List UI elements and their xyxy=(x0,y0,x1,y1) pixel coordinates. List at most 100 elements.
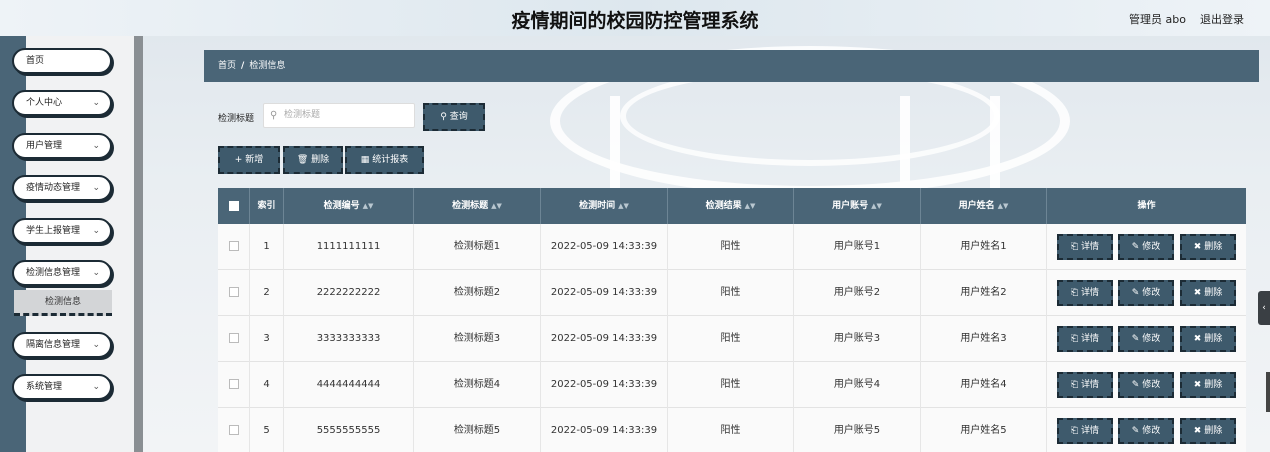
row-delete-button[interactable]: ✖ 删除 xyxy=(1180,234,1236,260)
query-button-label: 查询 xyxy=(449,112,468,122)
column-header-label: 检测标题 xyxy=(452,201,489,211)
chevron-down-icon: ⌄ xyxy=(92,98,100,108)
edit-button[interactable]: ✎ 修改 xyxy=(1118,280,1174,306)
sidebar-item-personal-center[interactable]: 个人中心 ⌄ xyxy=(12,90,112,116)
row-delete-button[interactable]: ✖ 删除 xyxy=(1180,372,1236,398)
cell-code: 4444444444 xyxy=(284,362,414,408)
sidebar-item-system-management[interactable]: 系统管理 ⌄ xyxy=(12,374,112,400)
column-header-code[interactable]: 检测编号 ▲▼ xyxy=(284,188,414,224)
sidebar-item-test-info-management[interactable]: 检测信息管理 ⌄ xyxy=(12,260,112,286)
row-delete-button[interactable]: ✖ 删除 xyxy=(1180,280,1236,306)
detail-button-label: 详情 xyxy=(1081,242,1100,252)
row-select-cell xyxy=(218,270,250,316)
sidebar-item-epidemic-news[interactable]: 疫情动态管理 ⌄ xyxy=(12,175,112,201)
sidebar-item-label: 疫情动态管理 xyxy=(26,183,81,193)
sidebar-item-label: 系统管理 xyxy=(26,382,63,392)
document-icon: ⎗ xyxy=(1070,380,1082,390)
row-checkbox[interactable] xyxy=(228,287,239,297)
search-label: 检测标题 xyxy=(218,114,255,124)
document-icon: ⎗ xyxy=(1070,242,1082,252)
sidebar-item-user-management[interactable]: 用户管理 ⌄ xyxy=(12,133,112,159)
detail-button[interactable]: ⎗ 详情 xyxy=(1057,418,1113,444)
breadcrumb-home[interactable]: 首页 xyxy=(218,61,236,71)
column-header-account[interactable]: 用户账号 ▲▼ xyxy=(794,188,921,224)
sort-icon[interactable]: ▲▼ xyxy=(745,202,756,210)
column-header-result[interactable]: 检测结果 ▲▼ xyxy=(668,188,794,224)
cell-account: 用户账号5 xyxy=(794,408,921,452)
edit-button[interactable]: ✎ 修改 xyxy=(1118,326,1174,352)
detail-button[interactable]: ⎗ 详情 xyxy=(1057,280,1113,306)
cell-time: 2022-05-09 14:33:39 xyxy=(541,224,668,270)
edit-button[interactable]: ✎ 修改 xyxy=(1118,418,1174,444)
table-row: 1 1111111111 检测标题1 2022-05-09 14:33:39 阳性 用户账… xyxy=(218,224,1246,270)
report-button[interactable]: ▦ 统计报表 xyxy=(345,146,424,174)
sort-icon[interactable]: ▲▼ xyxy=(491,202,502,210)
sort-icon[interactable]: ▲▼ xyxy=(998,202,1009,210)
sidebar-item-label: 检测信息管理 xyxy=(26,268,81,278)
row-delete-button-label: 删除 xyxy=(1204,426,1223,436)
logout-link[interactable]: 退出登录 xyxy=(1200,11,1244,27)
edit-button[interactable]: ✎ 修改 xyxy=(1118,372,1174,398)
column-header-label: 检测编号 xyxy=(323,201,360,211)
pencil-icon: ✎ xyxy=(1131,242,1143,252)
edit-button-label: 修改 xyxy=(1142,242,1161,252)
table-row: 5 5555555555 检测标题5 2022-05-09 14:33:39 阳性 用户账… xyxy=(218,408,1246,452)
sidebar-item-quarantine-management[interactable]: 隔离信息管理 ⌄ xyxy=(12,332,112,358)
current-user: 管理员 abo xyxy=(1129,13,1186,26)
sidebar-item-label: 隔离信息管理 xyxy=(26,340,81,350)
row-delete-button-label: 删除 xyxy=(1204,242,1223,252)
sidebar-subitem-test-info[interactable]: 检测信息 xyxy=(14,290,112,316)
select-all-checkbox[interactable] xyxy=(228,200,239,211)
chevron-down-icon: ⌄ xyxy=(92,141,100,151)
trash-icon: ✖ xyxy=(1193,242,1205,252)
detail-button[interactable]: ⎗ 详情 xyxy=(1057,326,1113,352)
chevron-down-icon: ⌄ xyxy=(92,268,100,278)
sidebar-item-label: 用户管理 xyxy=(26,141,63,151)
select-all-cell xyxy=(218,188,250,224)
sort-icon[interactable]: ▲▼ xyxy=(871,202,882,210)
document-icon: ⎗ xyxy=(1070,288,1082,298)
cell-time: 2022-05-09 14:33:39 xyxy=(541,270,668,316)
search-icon: ⚲ xyxy=(270,110,278,121)
sort-icon[interactable]: ▲▼ xyxy=(618,202,629,210)
sidebar-item-label: 个人中心 xyxy=(26,98,63,108)
cell-title: 检测标题5 xyxy=(414,408,541,452)
row-checkbox[interactable] xyxy=(228,379,239,389)
row-checkbox[interactable] xyxy=(228,425,239,435)
breadcrumb: 首页 / 检测信息 xyxy=(204,50,1259,82)
detail-button[interactable]: ⎗ 详情 xyxy=(1057,372,1113,398)
sidebar-item-student-report[interactable]: 学生上报管理 ⌄ xyxy=(12,218,112,244)
query-button[interactable]: ⚲ 查询 xyxy=(423,103,485,131)
cell-code: 2222222222 xyxy=(284,270,414,316)
chevron-left-icon[interactable]: ‹ xyxy=(1258,291,1270,325)
chevron-down-icon: ⌄ xyxy=(92,226,100,236)
cell-time: 2022-05-09 14:33:39 xyxy=(541,408,668,452)
table-row: 2 2222222222 检测标题2 2022-05-09 14:33:39 阳性 用户账… xyxy=(218,270,1246,316)
edit-button-label: 修改 xyxy=(1142,288,1161,298)
cell-name: 用户姓名3 xyxy=(921,316,1047,362)
pencil-icon: ✎ xyxy=(1131,334,1143,344)
row-checkbox[interactable] xyxy=(228,241,239,251)
document-icon: ⎗ xyxy=(1070,426,1082,436)
detail-button[interactable]: ⎗ 详情 xyxy=(1057,234,1113,260)
cell-name: 用户姓名4 xyxy=(921,362,1047,408)
scroll-indicator xyxy=(1266,372,1270,412)
cell-index: 4 xyxy=(250,362,284,408)
row-delete-button[interactable]: ✖ 删除 xyxy=(1180,326,1236,352)
delete-button[interactable]: 🗑 删除 xyxy=(283,146,343,174)
column-header-name[interactable]: 用户姓名 ▲▼ xyxy=(921,188,1047,224)
edit-button-label: 修改 xyxy=(1142,380,1161,390)
edit-button[interactable]: ✎ 修改 xyxy=(1118,234,1174,260)
sort-icon[interactable]: ▲▼ xyxy=(363,202,374,210)
row-delete-button[interactable]: ✖ 删除 xyxy=(1180,418,1236,444)
add-button[interactable]: + 新增 xyxy=(218,146,280,174)
column-header-time[interactable]: 检测时间 ▲▼ xyxy=(541,188,668,224)
row-checkbox[interactable] xyxy=(228,333,239,343)
sidebar-item-home[interactable]: 首页 xyxy=(12,48,112,74)
search-input[interactable]: ⚲ 检测标题 xyxy=(263,103,415,128)
cell-name: 用户姓名2 xyxy=(921,270,1047,316)
cell-code: 1111111111 xyxy=(284,224,414,270)
sidebar-scrollbar[interactable] xyxy=(134,36,143,452)
column-header-title[interactable]: 检测标题 ▲▼ xyxy=(414,188,541,224)
cell-index: 5 xyxy=(250,408,284,452)
